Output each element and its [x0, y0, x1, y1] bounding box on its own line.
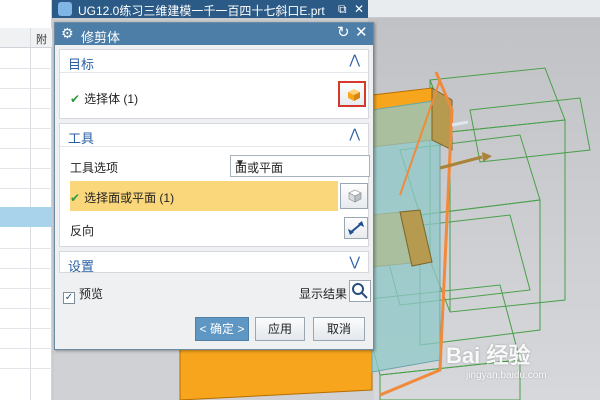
caret-down-icon: ▼ — [235, 158, 245, 169]
section-divider — [60, 72, 368, 73]
select-face-label: 选择面或平面 (1) — [84, 191, 175, 205]
select-face-button[interactable] — [340, 183, 368, 209]
face-plane-icon — [348, 189, 362, 203]
direction-arrow[interactable] — [439, 155, 483, 170]
baidu-watermark-url: jingyan.baidu.com — [466, 370, 547, 381]
select-body-label: 选择体 (1) — [84, 92, 139, 106]
check-icon: ✔ — [70, 191, 81, 205]
section-tool: 工具 ⋀ 工具选项 面或平面 ▼ ✔ 选择面或平面 (1) 反向 — [59, 123, 370, 247]
section-title-target[interactable]: 目标 — [68, 54, 94, 73]
tool-option-label: 工具选项 — [70, 161, 119, 175]
flip-direction-icon — [348, 221, 364, 235]
chevron-up-icon[interactable]: ⋀ — [349, 52, 360, 68]
chevron-up-icon[interactable]: ⋀ — [349, 126, 360, 142]
trim-body-dialog: ⚙ 修剪体 ↻ ✕ 目标 ⋀ ✔ 选择体 (1) 工具 ⋀ 工具选项 面或平面 ▼ — [54, 22, 374, 350]
tool-option-select[interactable]: 面或平面 ▼ — [230, 155, 370, 177]
ok-button[interactable]: < 确定 > — [195, 317, 249, 341]
gear-icon[interactable]: ⚙ — [61, 25, 74, 41]
select-body-row[interactable]: ✔ 选择体 (1) — [70, 90, 138, 107]
cancel-button[interactable]: 取消 — [313, 317, 365, 341]
section-title-settings[interactable]: 设置 — [68, 256, 94, 275]
reverse-label: 反向 — [70, 224, 95, 238]
show-result-button[interactable] — [349, 280, 371, 302]
cube-icon — [348, 89, 360, 101]
direction-arrow[interactable] — [451, 120, 469, 127]
check-icon: ✔ — [70, 92, 81, 106]
section-divider — [60, 146, 368, 147]
apply-button[interactable]: 应用 — [255, 317, 305, 341]
dialog-header: ⚙ 修剪体 ↻ ✕ — [55, 23, 373, 45]
select-body-button[interactable] — [338, 81, 366, 107]
preview-label: 预览 — [79, 287, 104, 301]
reverse-direction-button[interactable] — [344, 217, 368, 239]
chevron-down-icon[interactable]: ⋁ — [349, 254, 360, 270]
close-icon[interactable]: ✕ — [355, 24, 368, 42]
magnifier-icon — [352, 283, 368, 299]
dialog-title: 修剪体 — [81, 30, 121, 45]
section-title-tool[interactable]: 工具 — [68, 128, 94, 147]
preview-checkbox-row[interactable]: ✓ 预览 — [63, 285, 103, 304]
section-settings: 设置 ⋁ — [59, 251, 369, 275]
section-target: 目标 ⋀ ✔ 选择体 (1) — [59, 49, 369, 119]
select-face-label-wrap[interactable]: ✔ 选择面或平面 (1) — [70, 189, 174, 206]
baidu-watermark: Bai 经验 — [446, 343, 531, 368]
preview-checkbox[interactable]: ✓ — [63, 292, 75, 304]
show-result-label: 显示结果 — [299, 287, 348, 301]
reset-icon[interactable]: ↻ — [337, 24, 350, 42]
